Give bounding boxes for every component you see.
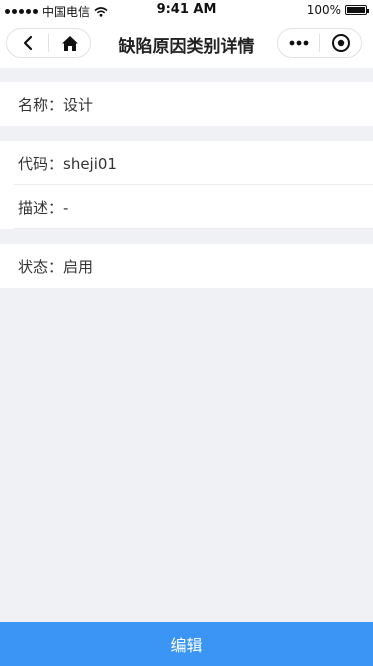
detail-row-description: 描述：- xyxy=(0,185,373,229)
detail-row-state: 状态：启用 xyxy=(0,244,373,288)
name-text: 名称：设计 xyxy=(18,95,94,114)
state-section: 状态：启用 xyxy=(0,244,373,288)
state-text: 状态：启用 xyxy=(18,257,94,276)
battery-percent: 100% xyxy=(306,3,341,17)
detail-row-name: 名称：设计 xyxy=(0,82,373,126)
status-right: 100% xyxy=(306,3,369,17)
more-dots-icon xyxy=(289,40,308,46)
row-divider xyxy=(14,228,373,229)
status-bar: 中国电信 9:41 AM 100% xyxy=(0,0,373,20)
close-target-icon xyxy=(331,34,350,52)
detail-row-code: 代码：sheji01 xyxy=(0,141,373,185)
code-description-section: 代码：sheji01 描述：- xyxy=(0,141,373,229)
nav-right-capsule xyxy=(277,28,362,58)
close-button[interactable] xyxy=(320,29,361,57)
description-text: 描述：- xyxy=(18,198,69,217)
navigation-bar: 缺陷原因类别详情 xyxy=(0,20,373,68)
code-text: 代码：sheji01 xyxy=(18,154,117,173)
edit-button[interactable]: 编辑 xyxy=(0,622,373,666)
battery-icon xyxy=(345,5,369,15)
more-button[interactable] xyxy=(278,29,319,57)
name-section: 名称：设计 xyxy=(0,82,373,126)
